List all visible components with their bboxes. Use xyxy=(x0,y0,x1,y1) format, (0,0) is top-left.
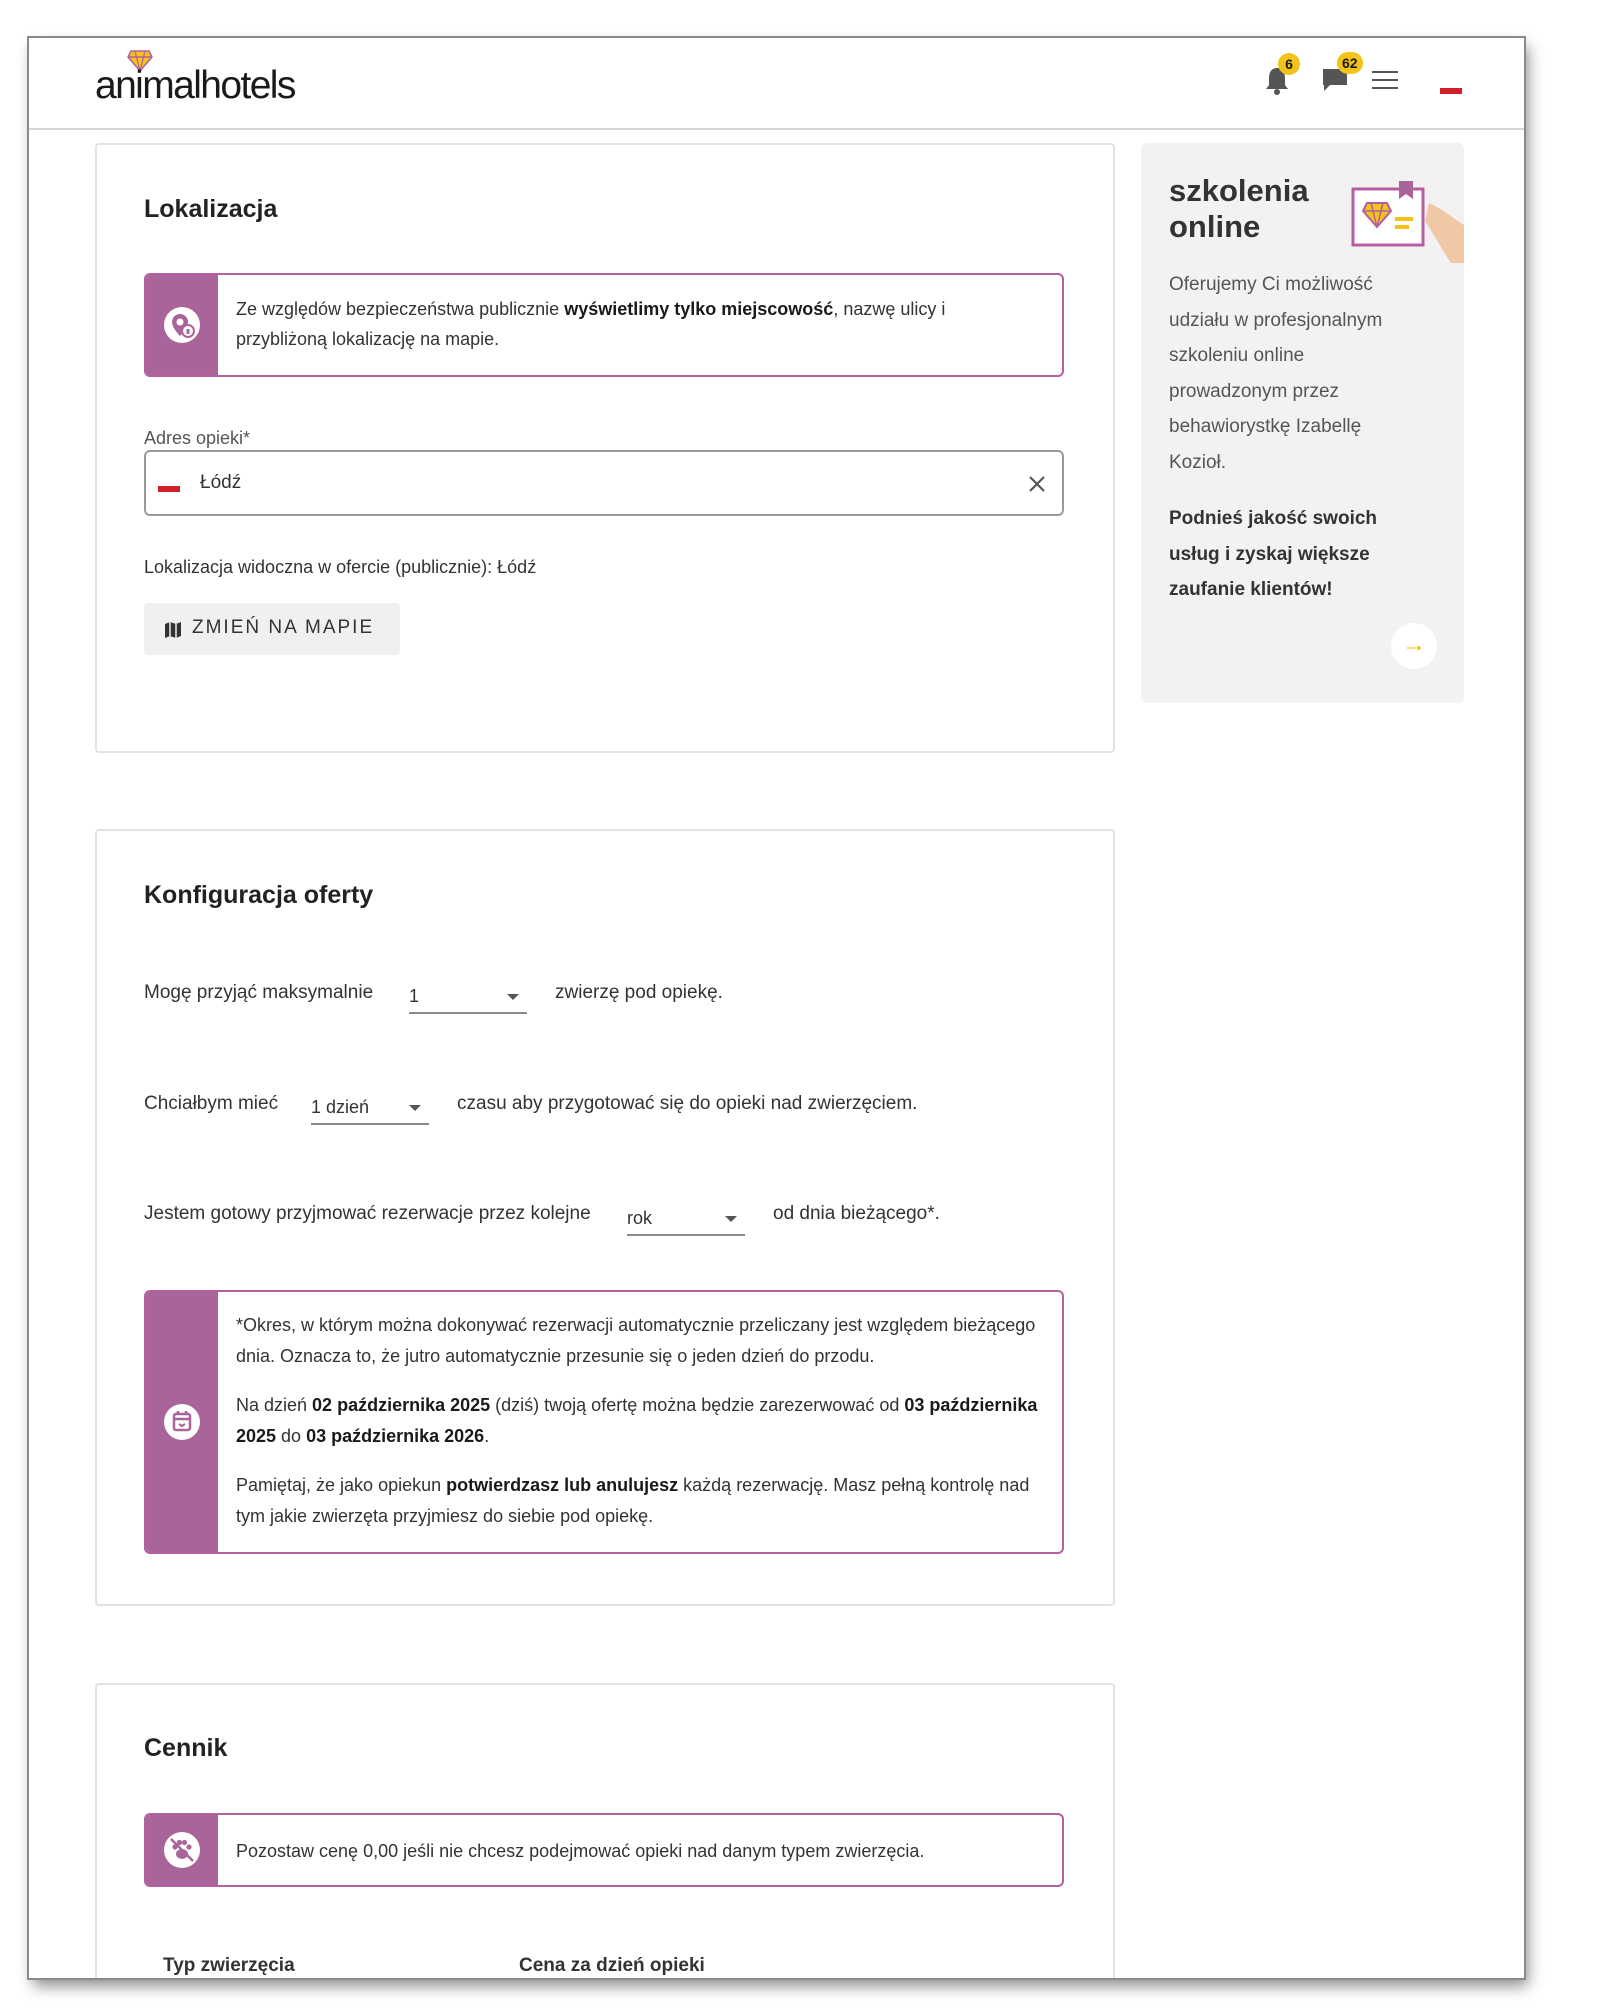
column-animal-type: Typ zwierzęcia xyxy=(163,1955,295,1976)
note-paragraph-3: Pamiętaj, że jako opiekun potwierdzasz l… xyxy=(236,1470,1040,1531)
prep-time-text: Chciałbym mieć xyxy=(144,1093,279,1114)
info-strip xyxy=(146,1292,218,1552)
visible-location-text: Lokalizacja widoczna w ofercie (publiczn… xyxy=(144,557,537,577)
change-on-map-button[interactable]: ZMIEŃ NA MAPIE xyxy=(144,603,400,655)
messages-button[interactable]: 62 xyxy=(1321,52,1363,98)
note-paragraph-2: Na dzień 02 października 2025 (dziś) two… xyxy=(236,1390,1040,1451)
column-price-per-day: Cena za dzień opieki xyxy=(519,1955,705,1976)
info-text-pre: Ze względów bezpieczeństwa publicznie xyxy=(236,299,565,319)
note-paragraph-1: *Okres, w którym można dokonywać rezerwa… xyxy=(236,1315,1036,1366)
map-icon xyxy=(165,622,181,638)
promo-title-line2: online xyxy=(1169,209,1261,244)
location-lock-icon xyxy=(164,307,200,343)
logo-text: animalhotels xyxy=(95,64,296,107)
info-text-bold: wyświetlimy tylko miejscowość xyxy=(564,299,834,319)
notifications-button[interactable]: 6 xyxy=(1264,53,1300,100)
promo-title: szkolenia online xyxy=(1169,173,1309,245)
pricing-info-box: Pozostaw cenę 0,00 jeśli nie chcesz pode… xyxy=(144,1813,1064,1887)
prep-time-value: 1 dzień xyxy=(311,1097,370,1117)
notifications-badge: 6 xyxy=(1278,53,1300,75)
language-flag-icon[interactable] xyxy=(1440,82,1462,94)
location-title: Lokalizacja xyxy=(144,195,278,223)
no-paw-icon xyxy=(164,1832,200,1868)
note-text: . xyxy=(484,1425,490,1446)
messages-badge: 62 xyxy=(1337,52,1363,74)
booking-note-box: *Okres, w którym można dokonywać rezerwa… xyxy=(144,1290,1064,1554)
clear-icon[interactable] xyxy=(1028,475,1046,493)
pricing-card: Cennik Pozostaw cenę 0,00 jeśli nie chce… xyxy=(95,1683,1115,1978)
calendar-icon xyxy=(164,1404,200,1440)
booking-note-text: *Okres, w którym można dokonywać rezerwa… xyxy=(236,1310,1040,1531)
note-text: (dziś) twoją ofertę można będzie zarezer… xyxy=(490,1395,905,1415)
prep-time-suffix: czasu aby przygotować się do opieki nad … xyxy=(457,1093,918,1114)
pricing-title: Cennik xyxy=(144,1734,228,1762)
top-header: animalhotels 6 62 xyxy=(29,38,1524,130)
note-text: Pamiętaj, że jako opiekun xyxy=(236,1475,447,1495)
logo[interactable]: animalhotels xyxy=(95,50,315,120)
chevron-down-icon xyxy=(507,994,519,1000)
address-label: Adres opieki* xyxy=(144,428,251,448)
address-input[interactable]: Łódź xyxy=(144,450,1064,516)
arrow-right-icon: → xyxy=(1402,631,1426,658)
chevron-down-icon xyxy=(725,1216,737,1222)
note-text-bold: potwierdzasz lub anulujesz xyxy=(446,1475,679,1495)
max-animals-select[interactable]: 1 xyxy=(409,980,527,1014)
pl-flag-icon xyxy=(158,480,180,492)
end-date: 03 października 2026 xyxy=(306,1425,485,1446)
prep-time-select[interactable]: 1 dzień xyxy=(311,1091,429,1125)
location-info-box: Ze względów bezpieczeństwa publicznie wy… xyxy=(144,273,1064,377)
promo-title-line1: szkolenia xyxy=(1169,173,1309,208)
online-training-promo[interactable]: szkolenia online Oferujemy Ci możliwość … xyxy=(1141,143,1464,703)
chevron-down-icon xyxy=(409,1105,421,1111)
max-animals-text: Mogę przyjąć maksymalnie xyxy=(144,982,374,1003)
max-animals-value: 1 xyxy=(409,986,420,1006)
info-strip xyxy=(146,275,218,375)
promo-arrow-button[interactable]: → xyxy=(1391,623,1437,669)
booking-window-select[interactable]: rok xyxy=(627,1202,745,1236)
config-card: Konfiguracja oferty Mogę przyjąć maksyma… xyxy=(95,829,1115,1606)
note-text: do xyxy=(276,1425,307,1446)
address-value: Łódź xyxy=(200,472,242,493)
booking-window-suffix: od dnia bieżącego*. xyxy=(773,1203,940,1224)
promo-cta-text: Podnieś jakość swoich usług i zyskaj wię… xyxy=(1169,508,1378,600)
note-text: Na dzień xyxy=(236,1395,313,1415)
pricing-info-text: Pozostaw cenę 0,00 jeśli nie chcesz pode… xyxy=(236,1841,925,1861)
change-on-map-label: ZMIEŃ NA MAPIE xyxy=(192,617,375,638)
config-title: Konfiguracja oferty xyxy=(144,881,374,909)
location-info-text: Ze względów bezpieczeństwa publicznie wy… xyxy=(236,294,1040,354)
hamburger-menu-icon[interactable] xyxy=(1372,71,1398,91)
info-strip xyxy=(146,1815,218,1885)
promo-description: Oferujemy Ci możliwość udziału w profesj… xyxy=(1169,274,1383,473)
app-window: animalhotels 6 62 Lokalizacja Ze względó… xyxy=(29,38,1524,1978)
booking-window-text: Jestem gotowy przyjmować rezerwacje prze… xyxy=(144,1203,591,1224)
certificate-illustration-icon xyxy=(1351,181,1464,263)
today-date: 02 października 2025 xyxy=(312,1395,491,1415)
booking-window-value: rok xyxy=(627,1208,653,1228)
location-card: Lokalizacja Ze względów bezpieczeństwa p… xyxy=(95,143,1115,753)
max-animals-suffix: zwierzę pod opiekę. xyxy=(555,982,723,1003)
